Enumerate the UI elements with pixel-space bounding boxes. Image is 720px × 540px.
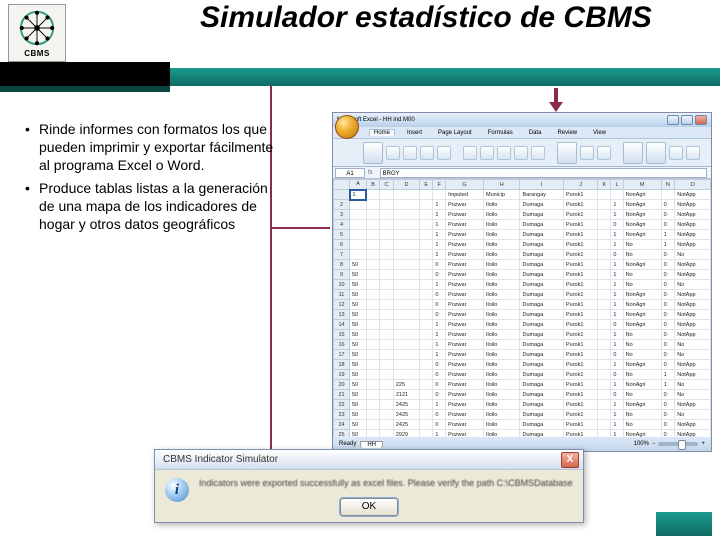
cbms-logo: CBMS <box>8 4 66 62</box>
sheet-tab[interactable]: HH <box>360 441 383 448</box>
office-button-icon[interactable] <box>335 115 359 139</box>
toolbar-button[interactable] <box>597 146 611 160</box>
ribbon-tab[interactable]: Formulas <box>484 130 517 136</box>
ribbon-tab[interactable]: Page Layout <box>434 130 476 136</box>
toolbar-button[interactable] <box>386 146 400 160</box>
bullet-2: Produce tablas listas a la generación de… <box>39 179 285 234</box>
ribbon-tab[interactable]: Insert <box>403 130 426 136</box>
arrow-down-icon <box>552 88 560 112</box>
body-text: •Rinde informes con formatos los que pue… <box>25 120 285 237</box>
toolbar-button[interactable] <box>580 146 594 160</box>
ribbon-toolbar <box>333 139 711 167</box>
toolbar-button[interactable] <box>437 146 451 160</box>
excel-titlebar: Microsoft Excel - HH ind M00 <box>333 113 711 127</box>
ribbon-tab[interactable]: Data <box>525 130 546 136</box>
name-box[interactable]: A1 <box>335 168 365 178</box>
dialog-message: Indicators were exported successfully as… <box>199 478 573 489</box>
spreadsheet-grid[interactable]: ABCDEFGHIJKLMNO1ImputedMunicipBarangayPu… <box>333 179 711 437</box>
decor-corner <box>656 512 712 536</box>
toolbar-button[interactable] <box>480 146 494 160</box>
logo-icon <box>18 9 56 47</box>
toolbar-button[interactable] <box>420 146 434 160</box>
formula-input[interactable]: BRGY <box>380 168 707 178</box>
toolbar-button[interactable] <box>531 146 545 160</box>
excel-screenshot: Microsoft Excel - HH ind M00 Home Insert P… <box>332 112 712 452</box>
toolbar-button[interactable] <box>623 142 643 164</box>
toolbar-button[interactable] <box>514 146 528 160</box>
toolbar-button[interactable] <box>686 146 700 160</box>
status-ready: Ready <box>339 441 360 448</box>
minimize-button[interactable] <box>667 115 679 125</box>
dialog-titlebar: CBMS Indicator Simulator X <box>155 450 583 470</box>
toolbar-button[interactable] <box>646 142 666 164</box>
formula-bar: A1 fx BRGY <box>333 167 711 179</box>
toolbar-button[interactable] <box>669 146 683 160</box>
ribbon-tab[interactable]: Home <box>369 129 395 136</box>
maximize-button[interactable] <box>681 115 693 125</box>
toolbar-button[interactable] <box>497 146 511 160</box>
zoom-control[interactable]: 100% −+ <box>634 441 705 447</box>
decor-dark-bar <box>0 86 170 92</box>
dialog-title-text: CBMS Indicator Simulator <box>159 454 278 465</box>
dialog-close-button[interactable]: X <box>561 452 579 468</box>
message-dialog: CBMS Indicator Simulator X i Indicators … <box>154 449 584 523</box>
ribbon-tabs: Home Insert Page Layout Formulas Data Review V… <box>333 127 711 139</box>
info-icon: i <box>165 478 189 502</box>
decor-black-bar <box>0 62 170 86</box>
paste-button[interactable] <box>363 142 383 164</box>
toolbar-button[interactable] <box>463 146 477 160</box>
toolbar-button[interactable] <box>557 142 577 164</box>
ribbon-tab[interactable]: Review <box>553 130 581 136</box>
bullet-1: Rinde informes con formatos los que pued… <box>39 120 285 175</box>
logo-text: CBMS <box>24 49 50 58</box>
slide-title: Simulador estadístico de CBMS <box>200 0 652 36</box>
toolbar-button[interactable] <box>403 146 417 160</box>
close-button[interactable] <box>695 115 707 125</box>
ribbon-tab[interactable]: View <box>589 130 610 136</box>
ok-button[interactable]: OK <box>340 498 398 516</box>
